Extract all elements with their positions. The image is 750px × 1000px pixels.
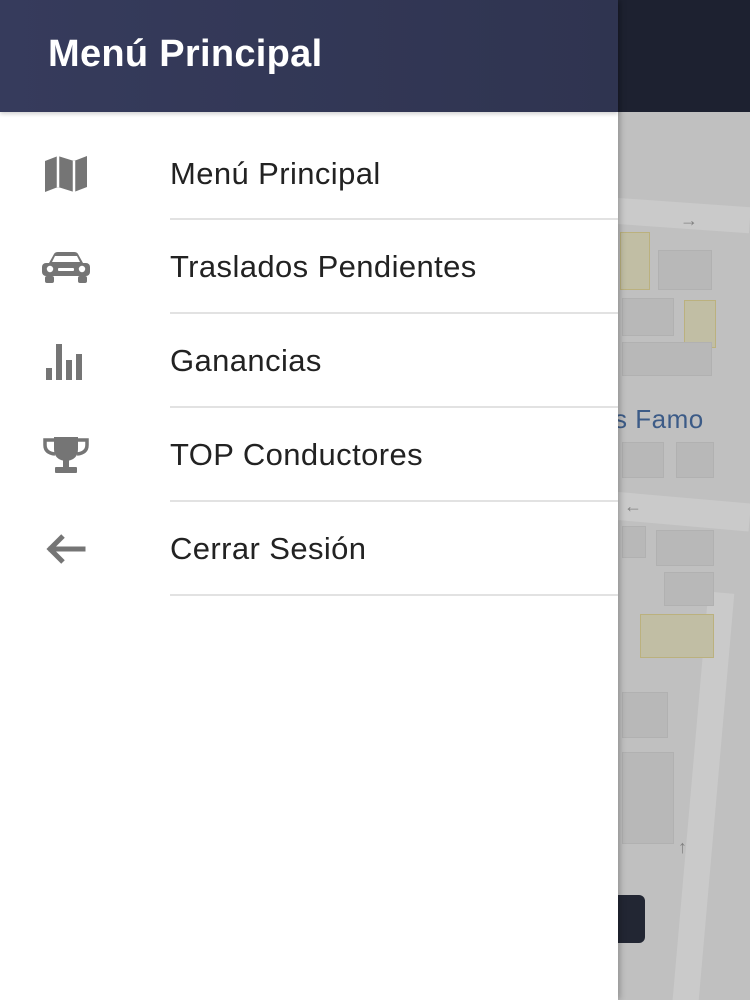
bar-chart-icon xyxy=(38,341,94,381)
menu-item-label: Menú Principal xyxy=(170,156,381,191)
menu-item-traslados[interactable]: Traslados Pendientes xyxy=(0,220,618,314)
drawer-header: Menú Principal xyxy=(0,0,618,112)
menu-item-top-conductores[interactable]: TOP Conductores xyxy=(0,408,618,502)
menu-item-ganancias[interactable]: Ganancias xyxy=(0,314,618,408)
navigation-drawer: Menú Principal Menú Principal Traslados … xyxy=(0,0,618,1000)
menu-item-label: Cerrar Sesión xyxy=(170,531,367,566)
car-icon xyxy=(38,247,94,287)
menu-item-label: Ganancias xyxy=(170,343,322,378)
drawer-title: Menú Principal xyxy=(48,32,323,75)
menu-item-cerrar-sesion[interactable]: Cerrar Sesión xyxy=(0,502,618,596)
menu-item-principal[interactable]: Menú Principal xyxy=(0,112,618,220)
menu-item-label: TOP Conductores xyxy=(170,437,423,472)
arrow-left-icon xyxy=(38,529,94,569)
app-screen: → ← ↑ s Famo Menú Principal Menú Princip… xyxy=(0,0,750,1000)
trophy-icon xyxy=(38,435,94,475)
menu-item-label: Traslados Pendientes xyxy=(170,249,477,284)
drawer-menu: Menú Principal Traslados Pendientes Gana… xyxy=(0,112,618,596)
map-icon xyxy=(38,154,94,194)
